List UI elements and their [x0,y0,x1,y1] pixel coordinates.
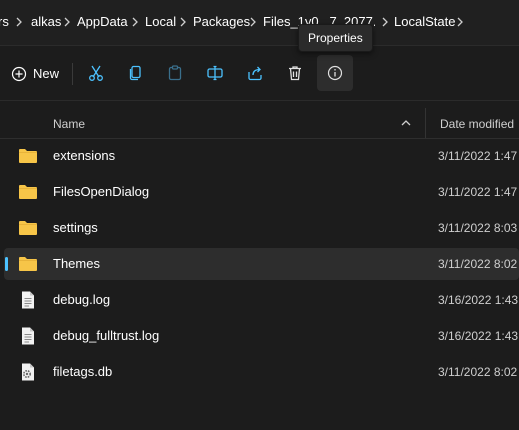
delete-icon [289,66,301,81]
sort-ascending-icon[interactable] [400,118,412,128]
column-divider[interactable] [425,108,426,138]
file-row[interactable]: debug.log 3/16/2022 1:43 [4,284,519,316]
file-date: 3/16/2022 1:43 [438,329,519,343]
file-date: 3/11/2022 8:03 [438,221,518,235]
file-name: FilesOpenDialog [53,184,150,199]
chevron-right-icon [14,15,24,29]
document-icon [22,327,34,345]
file-name: Themes [53,256,100,271]
file-name: settings [53,220,98,235]
file-date: 3/11/2022 8:02 [438,257,518,271]
folder-icon [19,257,37,271]
chevron-right-icon [130,15,140,29]
file-date: 3/11/2022 1:47 P [438,149,519,163]
file-date: 3/16/2022 1:43 [438,293,519,307]
paste-button[interactable] [157,55,193,91]
file-name: extensions [53,148,116,163]
file-name: filetags.db [53,364,113,379]
new-button-label: New [33,66,60,81]
properties-tooltip: Properties [298,24,373,52]
file-row-selected[interactable]: Themes 3/11/2022 8:02 [4,248,519,280]
rename-button[interactable] [197,55,233,91]
chevron-right-icon [248,15,258,29]
paste-icon [168,65,182,81]
file-row[interactable]: FilesOpenDialog 3/11/2022 1:47 P [4,176,519,208]
file-row[interactable]: debug_fulltrust.log 3/16/2022 1:43 [4,320,519,352]
selection-indicator [5,257,8,271]
toolbar-divider [72,63,73,85]
breadcrumb-item-local[interactable]: Local [145,14,176,29]
rename-icon [207,65,223,81]
file-name: debug.log [53,292,111,307]
breadcrumb-item-packages[interactable]: Packages [193,14,250,29]
breadcrumb: rs alkas AppData Local Packages Files_1y… [0,0,519,46]
column-header: Name Date modified [0,108,519,139]
breadcrumb-item-alkas[interactable]: alkas [31,14,61,29]
delete-button[interactable] [277,55,313,91]
folder-icon [19,185,37,199]
column-header-date-modified[interactable]: Date modified [440,117,514,131]
new-button[interactable]: New [4,55,66,91]
share-icon [248,66,262,81]
chevron-right-icon [380,15,390,29]
column-header-name[interactable]: Name [53,117,85,131]
share-button[interactable] [237,55,273,91]
file-name: debug_fulltrust.log [53,328,160,343]
copy-icon [129,65,141,81]
cut-icon [89,65,103,81]
folder-icon [19,149,37,163]
file-row[interactable]: extensions 3/11/2022 1:47 P [4,140,519,172]
breadcrumb-item-appdata[interactable]: AppData [77,14,128,29]
properties-button[interactable] [317,55,353,91]
breadcrumb-item-localstate[interactable]: LocalState [394,14,455,29]
file-date: 3/11/2022 8:02 [438,365,518,379]
document-icon [22,291,34,309]
chevron-right-icon [62,15,72,29]
chevron-right-icon [178,15,188,29]
file-row[interactable]: filetags.db 3/11/2022 8:02 [4,356,519,388]
file-row[interactable]: settings 3/11/2022 8:03 [4,212,519,244]
file-date: 3/11/2022 1:47 P [438,185,519,199]
properties-icon [327,65,343,81]
cut-button[interactable] [78,55,114,91]
command-bar: New [0,46,519,101]
settings-file-icon [22,363,34,381]
add-icon [11,66,27,82]
chevron-right-icon[interactable] [455,15,465,29]
folder-icon [19,221,37,235]
breadcrumb-item-users[interactable]: rs [0,14,9,29]
copy-button[interactable] [118,55,154,91]
